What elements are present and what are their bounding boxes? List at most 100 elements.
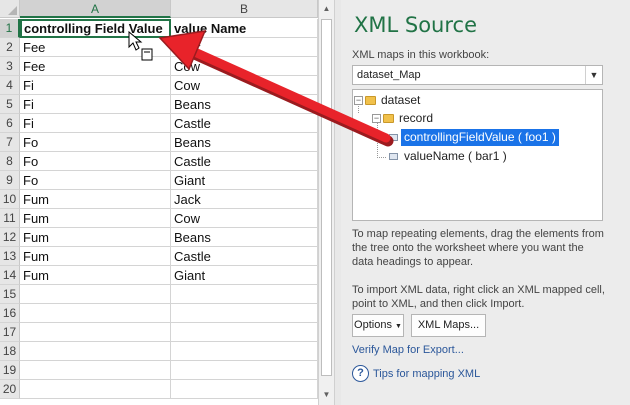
row-header[interactable]: 13 [0,247,20,266]
cell-column-a[interactable]: Fi [20,114,171,133]
table-row: 2 Fee Jack [0,38,318,57]
table-row: 11 Fum Cow [0,209,318,228]
cell-column-b[interactable]: Beans [171,133,318,152]
table-row: 4 Fi Cow [0,76,318,95]
row-header[interactable]: 11 [0,209,20,228]
cell-column-b[interactable]: Beans [171,95,318,114]
cell-column-a[interactable] [20,304,171,323]
table-row: 14 Fum Giant [0,266,318,285]
row-header[interactable]: 18 [0,342,20,361]
row-header[interactable]: 9 [0,171,20,190]
row-header[interactable]: 15 [0,285,20,304]
cell-column-a[interactable]: Fi [20,95,171,114]
cell-column-a[interactable]: Fum [20,190,171,209]
table-row: 13 Fum Castle [0,247,318,266]
cell-column-b[interactable]: Cow [171,57,318,76]
cell-column-b[interactable] [171,342,318,361]
cell-column-b[interactable] [171,380,318,399]
row-header[interactable]: 5 [0,95,20,114]
table-row: 12 Fum Beans [0,228,318,247]
cell-column-b[interactable] [171,304,318,323]
row-header[interactable]: 10 [0,190,20,209]
cell-column-a[interactable]: Fo [20,133,171,152]
cell-column-b[interactable]: value Name [171,19,318,38]
cell-column-b[interactable]: Giant [171,171,318,190]
cell-column-a[interactable] [20,323,171,342]
xml-maps-label: XML maps in this workbook: [352,49,490,61]
row-header[interactable]: 7 [0,133,20,152]
cell-column-b[interactable] [171,323,318,342]
row-header[interactable]: 8 [0,152,20,171]
cell-column-a[interactable]: Fum [20,228,171,247]
row-header[interactable]: 1 [0,19,20,38]
options-button[interactable]: Options ▼ [352,314,404,337]
table-row: 17 [0,323,318,342]
table-row: 1 controlling Field Value value Name [0,19,318,38]
cell-column-a[interactable] [20,361,171,380]
row-header[interactable]: 2 [0,38,20,57]
xml-map-select[interactable]: dataset_Map ▼ [352,65,603,85]
pane-title: XML Source [354,13,478,37]
scroll-thumb[interactable] [321,19,332,376]
column-header-b[interactable]: B [171,0,318,18]
cell-column-a[interactable]: Fo [20,171,171,190]
tips-link[interactable]: Tips for mapping XML [373,368,480,380]
table-row: 6 Fi Castle [0,114,318,133]
collapse-icon[interactable]: − [372,114,381,124]
row-header[interactable]: 4 [0,76,20,95]
cell-column-b[interactable]: Cow [171,76,318,95]
row-header[interactable]: 3 [0,57,20,76]
help-icon[interactable]: ? [352,365,369,382]
tree-node-label: dataset [381,93,421,107]
scroll-up-arrow-icon[interactable]: ▲ [319,0,334,17]
tree-node-controlling-field-value[interactable]: controllingFieldValue ( foo1 ) [387,129,559,146]
cell-column-b[interactable]: Jack [171,190,318,209]
xml-maps-button[interactable]: XML Maps... [411,314,486,337]
cell-column-a[interactable]: Fo [20,152,171,171]
row-header[interactable]: 14 [0,266,20,285]
table-row: 20 [0,380,318,399]
row-header[interactable]: 17 [0,323,20,342]
cell-column-b[interactable]: Giant [171,266,318,285]
cell-column-a[interactable]: Fum [20,209,171,228]
cell-column-b[interactable]: Beans [171,228,318,247]
verify-map-link[interactable]: Verify Map for Export... [352,344,464,356]
row-header[interactable]: 20 [0,380,20,399]
scroll-down-arrow-icon[interactable]: ▼ [319,386,334,403]
tree-node-value-name[interactable]: valueName ( bar1 ) [387,148,510,165]
worksheet-grid[interactable]: A B 1 controlling Field Value value Name 2 F… [0,0,318,405]
cell-column-b[interactable]: Cow [171,209,318,228]
row-header[interactable]: 16 [0,304,20,323]
tree-node-dataset[interactable]: − dataset [354,92,423,109]
map-hint-text: To map repeating elements, drag the elem… [352,228,604,268]
select-all-corner[interactable] [0,0,20,18]
xml-source-pane: XML Source XML maps in this workbook: da… [341,0,630,405]
cell-column-a[interactable]: Fum [20,266,171,285]
column-header-a[interactable]: A [20,0,171,18]
row-header[interactable]: 6 [0,114,20,133]
cell-column-b[interactable]: Jack [171,38,318,57]
cell-column-a[interactable]: Fi [20,76,171,95]
cell-column-a[interactable] [20,342,171,361]
tree-node-record[interactable]: − record [372,110,436,127]
cell-column-a[interactable] [20,285,171,304]
dropdown-arrow-icon: ▼ [395,323,402,330]
cell-column-b[interactable] [171,361,318,380]
row-header[interactable]: 19 [0,361,20,380]
table-row: 7 Fo Beans [0,133,318,152]
vertical-scrollbar[interactable]: ▲ ▼ [318,0,335,405]
cell-column-b[interactable]: Castle [171,247,318,266]
cell-column-a[interactable]: Fum [20,247,171,266]
cell-column-b[interactable]: Castle [171,152,318,171]
cell-column-b[interactable]: Castle [171,114,318,133]
collapse-icon[interactable]: − [354,96,363,106]
cell-column-a[interactable] [20,380,171,399]
cell-a1-active[interactable]: controlling Field Value [20,19,171,38]
chevron-down-icon[interactable]: ▼ [585,66,602,84]
cell-column-b[interactable] [171,285,318,304]
xml-tree[interactable]: − dataset − record controllingFieldValue (… [352,89,603,221]
selected-map-value: dataset_Map [357,69,421,81]
cell-column-a[interactable]: Fee [20,57,171,76]
row-header[interactable]: 12 [0,228,20,247]
cell-column-a[interactable]: Fee [20,38,171,57]
